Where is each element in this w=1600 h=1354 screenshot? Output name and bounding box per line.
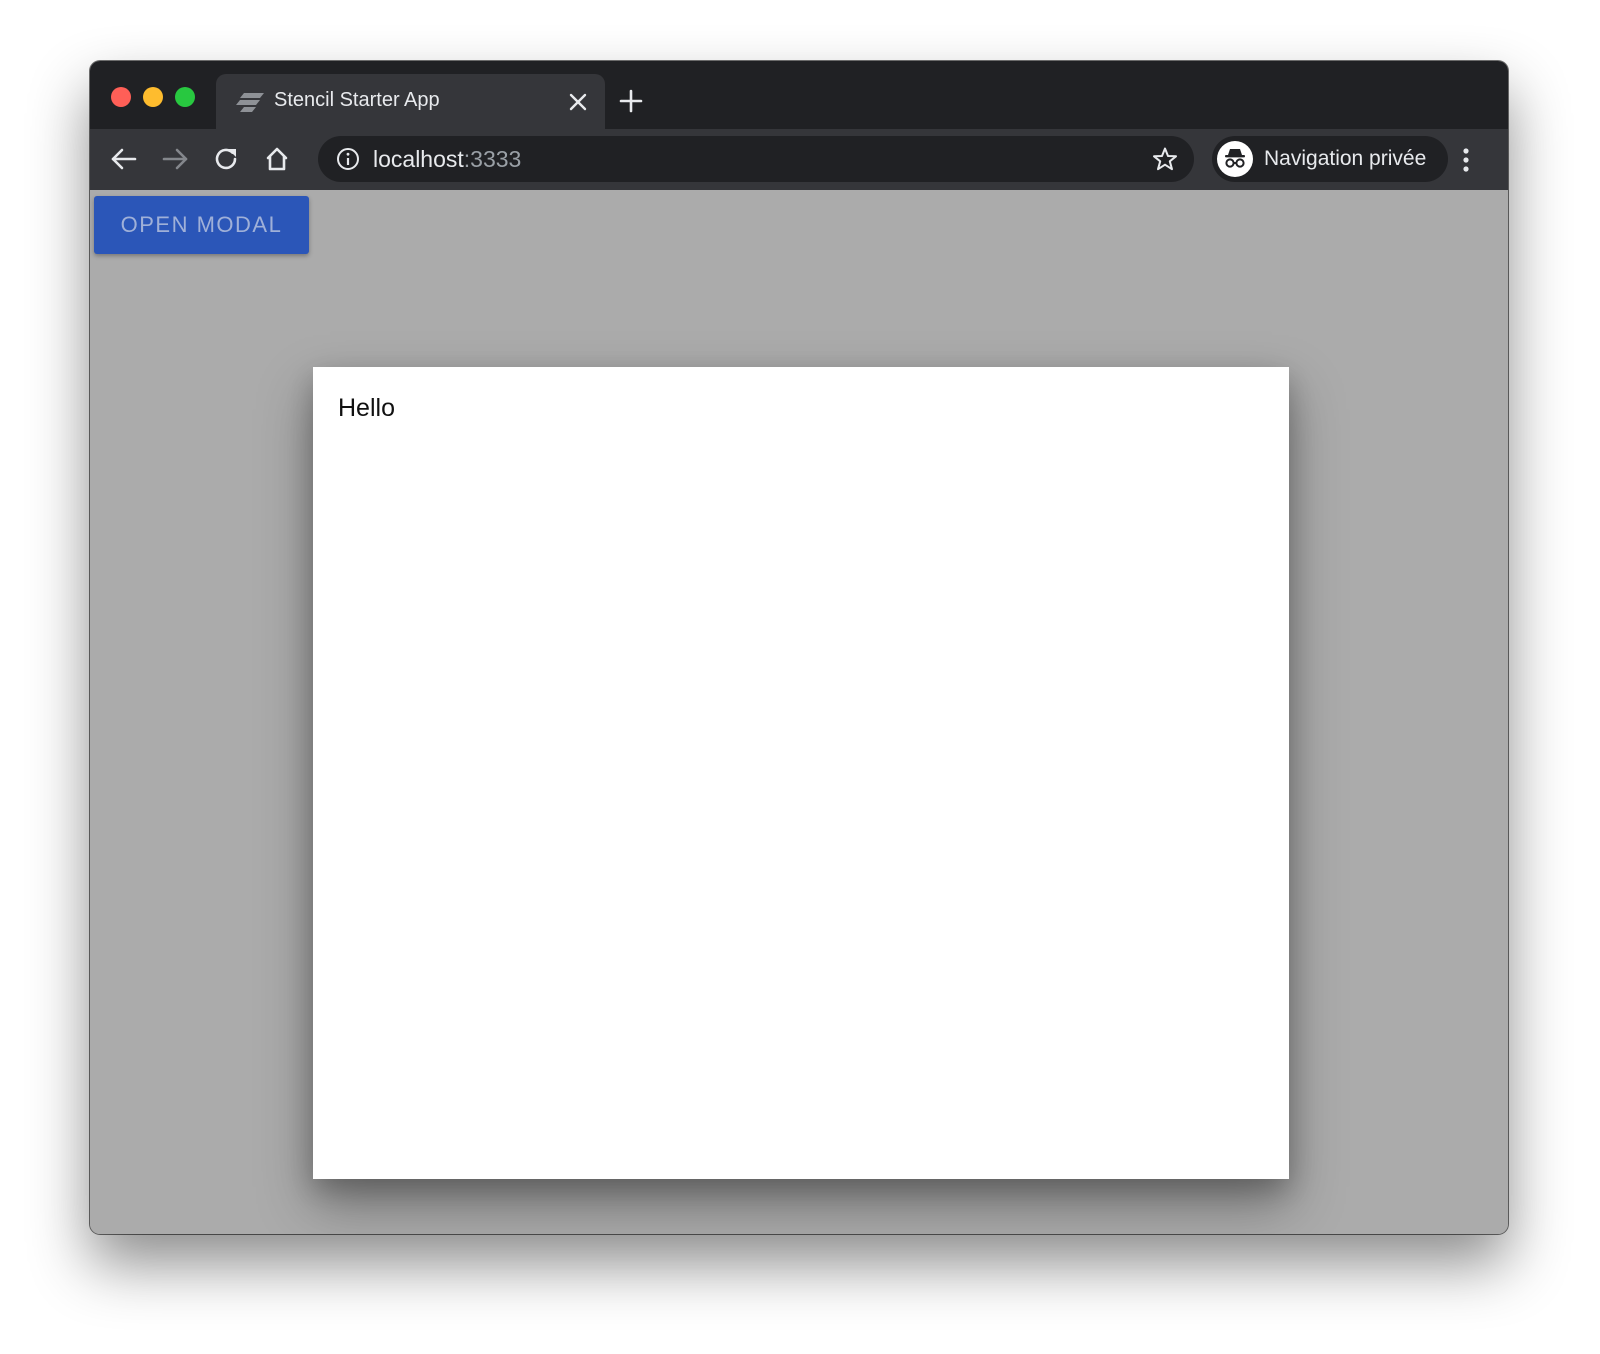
url-port: :3333 <box>463 146 522 172</box>
open-modal-button[interactable]: OPEN MODAL <box>94 196 309 254</box>
arrow-right-icon[interactable] <box>160 144 190 174</box>
kebab-menu-icon[interactable] <box>1456 145 1476 175</box>
incognito-icon <box>1217 141 1253 177</box>
tab-strip: Stencil Starter App <box>90 61 1508 129</box>
stencil-logo-icon <box>236 93 264 112</box>
reload-icon[interactable] <box>211 144 241 174</box>
incognito-profile-button[interactable]: Navigation privée <box>1212 136 1448 182</box>
url-text[interactable]: localhost:3333 <box>373 146 521 173</box>
star-icon[interactable] <box>1152 146 1178 172</box>
home-icon[interactable] <box>262 144 292 174</box>
profile-label: Navigation privée <box>1264 147 1427 170</box>
arrow-left-icon[interactable] <box>109 144 139 174</box>
tab-title: Stencil Starter App <box>274 89 440 111</box>
modal-dialog: Hello <box>313 367 1289 1179</box>
address-bar[interactable]: localhost:3333 <box>318 136 1194 182</box>
url-host: localhost <box>373 146 464 172</box>
browser-window: Stencil Starter App localhost:3333 Navig… <box>90 61 1508 1234</box>
info-icon[interactable] <box>336 147 360 171</box>
modal-text: Hello <box>338 394 395 422</box>
close-window-button[interactable] <box>111 87 131 107</box>
page-viewport: OPEN MODAL Hello <box>90 190 1508 1234</box>
close-icon[interactable] <box>567 91 589 113</box>
plus-icon[interactable] <box>618 88 644 114</box>
tab-stencil-starter-app[interactable]: Stencil Starter App <box>216 74 605 129</box>
maximize-window-button[interactable] <box>175 87 195 107</box>
browser-toolbar: localhost:3333 Navigation privée <box>90 129 1508 190</box>
minimize-window-button[interactable] <box>143 87 163 107</box>
